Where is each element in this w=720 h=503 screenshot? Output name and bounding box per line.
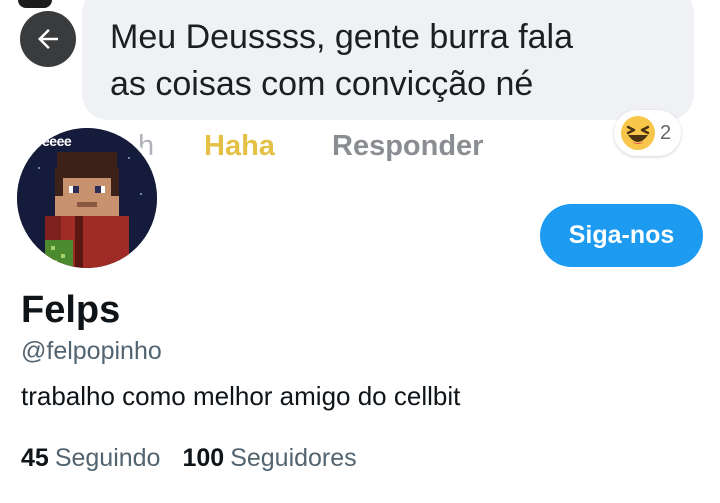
- reaction-count: 2: [660, 121, 672, 144]
- followers-count: 100: [182, 444, 225, 472]
- follow-button[interactable]: Siga-nos: [540, 204, 703, 267]
- following-stat[interactable]: 45 Seguindo: [21, 444, 160, 473]
- following-label: Seguindo: [54, 444, 161, 472]
- profile-bio: trabalho como melhor amigo do cellbit: [21, 381, 461, 411]
- followers-stat[interactable]: 100 Seguidores: [182, 444, 356, 473]
- profile-avatar[interactable]: [17, 128, 157, 268]
- commenter-avatar-fragment: [18, 0, 52, 8]
- comment-line-2: as coisas com convicção né: [110, 65, 534, 103]
- followers-label: Seguidores: [230, 444, 357, 472]
- reply-link[interactable]: Responder: [332, 126, 483, 166]
- reaction-summary[interactable]: 2: [614, 110, 682, 156]
- minecraft-character-avatar: [17, 128, 157, 268]
- profile-handle: @felpopinho: [21, 337, 162, 365]
- comment-text: Meu Deussss, gente burra fala as coisas …: [110, 14, 680, 108]
- avatar-caption: Teeee: [35, 133, 72, 149]
- profile-stats: 45 Seguindo 100 Seguidores: [21, 444, 357, 473]
- arrow-left-icon: [38, 29, 58, 49]
- haha-reaction-link[interactable]: Haha: [204, 126, 275, 166]
- profile-display-name: Felps: [21, 289, 121, 331]
- haha-emoji-icon: [621, 116, 655, 150]
- following-count: 45: [21, 444, 49, 472]
- comment-line-1: Meu Deussss, gente burra fala: [110, 18, 574, 56]
- back-button[interactable]: [20, 11, 76, 67]
